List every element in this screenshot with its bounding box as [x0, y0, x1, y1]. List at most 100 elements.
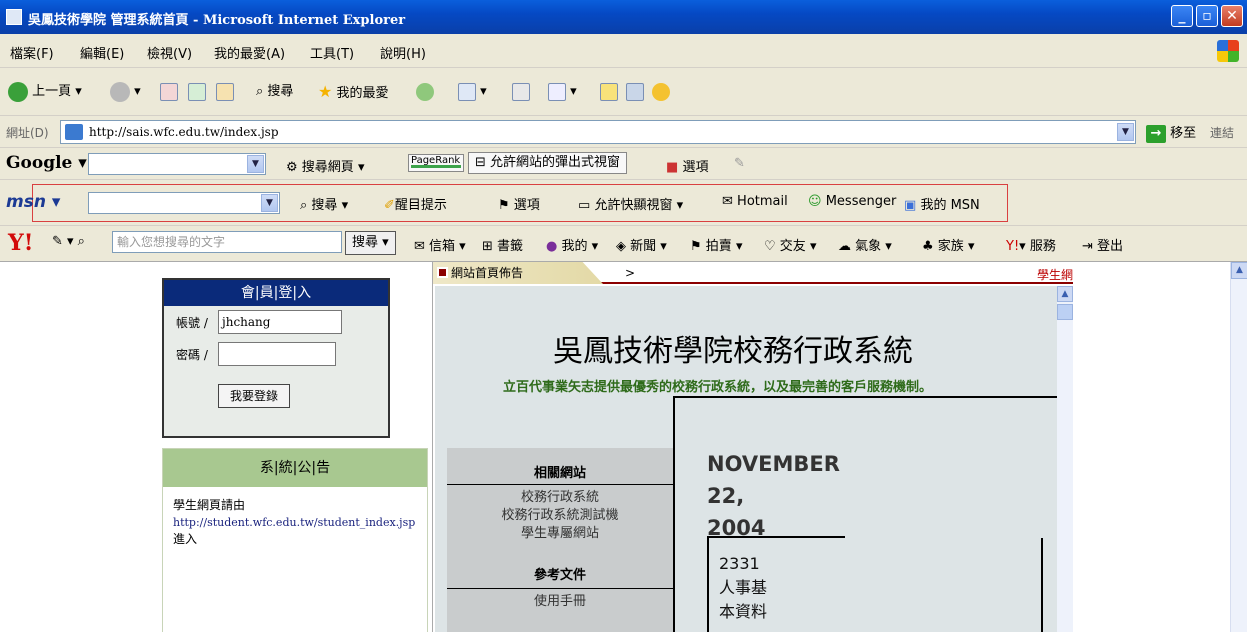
account-input[interactable]: jhchang	[218, 310, 342, 334]
yahoo-edit-icon[interactable]: ✎ ▾ ⌕	[52, 234, 85, 249]
ie-app-icon[interactable]	[6, 9, 22, 25]
menu-tools[interactable]: 工具(T)	[310, 43, 354, 62]
tab-announcements[interactable]: 網站首頁佈告	[433, 262, 603, 284]
yahoo-auction-label: 拍賣	[705, 239, 732, 254]
yahoo-dating-button[interactable]: ♡ 交友 ▾	[764, 235, 816, 254]
yahoo-mail-button[interactable]: ✉ 信箱 ▾	[414, 235, 466, 254]
menu-favorites[interactable]: 我的最愛(A)	[214, 43, 285, 62]
address-input[interactable]: http://sais.wfc.edu.tw/index.jsp ▼	[60, 120, 1136, 144]
login-header: 會|員|登|入	[164, 280, 388, 306]
menu-view[interactable]: 檢視(V)	[147, 43, 192, 62]
go-arrow-icon: →	[1146, 124, 1166, 143]
maximize-button[interactable]: ▫	[1196, 5, 1218, 27]
yahoo-groups-button[interactable]: ♣ 家族 ▾	[922, 235, 974, 254]
google-search-web-button[interactable]: ⚙ 搜尋網頁 ▾	[286, 156, 364, 175]
yahoo-search-input[interactable]: 輸入您想搜尋的文字	[112, 231, 342, 253]
msn-highlight-button[interactable]: ✐醒目提示	[384, 194, 447, 213]
password-input[interactable]	[218, 342, 336, 366]
print-button[interactable]	[512, 81, 530, 103]
history-icon	[416, 82, 434, 101]
window-title: 吳鳳技術學院 管理系統首頁 - Microsoft Internet Explo…	[28, 13, 406, 28]
refresh-icon	[188, 82, 206, 101]
go-button[interactable]: → 移至	[1146, 122, 1196, 143]
edit-button[interactable]: ▾	[548, 81, 577, 103]
tab-student-link[interactable]: 學生網	[1037, 266, 1073, 283]
msn-search-dropdown[interactable]: ▼	[261, 194, 278, 212]
scroll-up-arrow[interactable]: ▲	[1057, 286, 1073, 302]
yahoo-logout-button[interactable]: ⇥ 登出	[1082, 235, 1123, 254]
notes-button[interactable]	[600, 81, 618, 103]
news-line: 本資料	[719, 602, 768, 621]
msn-logo-text: msn	[6, 192, 46, 212]
news-line: 2331	[719, 554, 760, 573]
mail-icon	[458, 82, 476, 101]
my-msn-button[interactable]: ▣ 我的 MSN	[904, 194, 980, 213]
login-button[interactable]: 我要登錄	[218, 384, 290, 408]
home-button[interactable]	[216, 81, 234, 103]
yahoo-logo[interactable]: Y!	[8, 230, 33, 256]
pencil-icon[interactable]: ✎	[734, 156, 745, 171]
yahoo-weather-button[interactable]: ☁ 氣象 ▾	[838, 235, 892, 254]
links-button[interactable]: 連結	[1210, 124, 1234, 141]
google-logo[interactable]: Google ▾	[6, 153, 87, 173]
related-link[interactable]: 校務行政系統	[447, 486, 673, 505]
scroll-up-arrow[interactable]: ▲	[1231, 262, 1247, 279]
msn-search-label: 搜尋	[311, 198, 338, 213]
history-button[interactable]	[416, 81, 434, 103]
back-button[interactable]: 上一頁 ▾	[8, 81, 82, 103]
forward-arrow-icon	[110, 81, 130, 102]
yahoo-news-button[interactable]: ◈ 新聞 ▾	[616, 235, 667, 254]
yahoo-mail-label: 信箱	[429, 239, 456, 254]
yahoo-services-button[interactable]: Y!▾ 服務	[1006, 235, 1056, 254]
messenger-button[interactable]	[652, 81, 670, 103]
yahoo-my-button[interactable]: ● 我的 ▾	[546, 235, 598, 254]
docs-link[interactable]: 使用手冊	[447, 590, 673, 609]
google-search-input[interactable]: ▼	[88, 153, 266, 175]
date-display: NOVEMBER 22, 2004	[707, 448, 840, 544]
favorites-label: 我的最愛	[336, 86, 389, 101]
menu-edit[interactable]: 編輯(E)	[80, 43, 124, 62]
notice-header: 系|統|公|告	[163, 449, 427, 487]
mail-button[interactable]: ▾	[458, 81, 487, 103]
hotmail-button[interactable]: ✉ Hotmail	[722, 194, 788, 209]
msn-logo[interactable]: msn ▾	[6, 192, 60, 212]
menu-help[interactable]: 說明(H)	[380, 43, 426, 62]
google-popup-blocker-button[interactable]: ⊟ 允許網站的彈出式視窗	[468, 152, 628, 174]
search-button[interactable]: ⌕ 搜尋	[256, 81, 293, 103]
tab-next-arrow[interactable]: >	[625, 266, 635, 280]
msn-popup-button[interactable]: ▭ 允許快顯視窗 ▾	[578, 194, 683, 213]
msn-search-input[interactable]: ▼	[88, 192, 280, 214]
related-link[interactable]: 學生專屬網站	[447, 522, 673, 541]
stop-button[interactable]	[160, 81, 178, 103]
minimize-button[interactable]: _	[1171, 5, 1193, 27]
yahoo-auction-button[interactable]: ⚑ 拍賣 ▾	[690, 235, 742, 254]
messenger-label: Messenger	[825, 194, 897, 209]
yahoo-search-button[interactable]: 搜尋 ▾	[345, 231, 396, 255]
related-link[interactable]: 校務行政系統測試機	[447, 504, 673, 523]
back-arrow-icon	[8, 81, 28, 102]
window-icon: ▭	[578, 198, 591, 213]
my-yahoo-icon: ●	[546, 239, 558, 254]
student-link[interactable]: http://student.wfc.edu.tw/student_index.…	[173, 514, 415, 531]
google-options-button[interactable]: ■ 選項	[666, 156, 708, 175]
close-button[interactable]: ✕	[1221, 5, 1243, 27]
inner-scrollbar[interactable]: ▲	[1057, 286, 1073, 632]
address-url[interactable]: http://sais.wfc.edu.tw/index.jsp	[89, 125, 279, 139]
page-scrollbar[interactable]: ▲	[1230, 262, 1247, 632]
msn-search-button[interactable]: ⌕ 搜尋 ▾	[300, 194, 348, 213]
scroll-thumb[interactable]	[1057, 304, 1073, 320]
go-label: 移至	[1170, 126, 1197, 141]
menu-file[interactable]: 檔案(F)	[10, 43, 54, 62]
msn-options-button[interactable]: ⚑ 選項	[498, 194, 540, 213]
yahoo-bookmarks-button[interactable]: ⊞ 書籤	[482, 235, 523, 254]
search-web-label: 搜尋網頁	[301, 160, 354, 175]
address-dropdown[interactable]: ▼	[1117, 123, 1134, 141]
messenger-toolbar-button[interactable]: ☺ Messenger	[808, 194, 896, 209]
yahoo-news-label: 新聞	[630, 239, 657, 254]
yahoo-toolbar: Y! ✎ ▾ ⌕ 輸入您想搜尋的文字 搜尋 ▾ ✉ 信箱 ▾ ⊞ 書籤 ● 我的…	[0, 226, 1247, 262]
forward-button[interactable]: ▾	[110, 81, 141, 103]
google-search-dropdown[interactable]: ▼	[247, 155, 264, 173]
research-button[interactable]	[626, 81, 644, 103]
favorites-button[interactable]: ★ 我的最愛	[318, 81, 389, 103]
refresh-button[interactable]	[188, 81, 206, 103]
